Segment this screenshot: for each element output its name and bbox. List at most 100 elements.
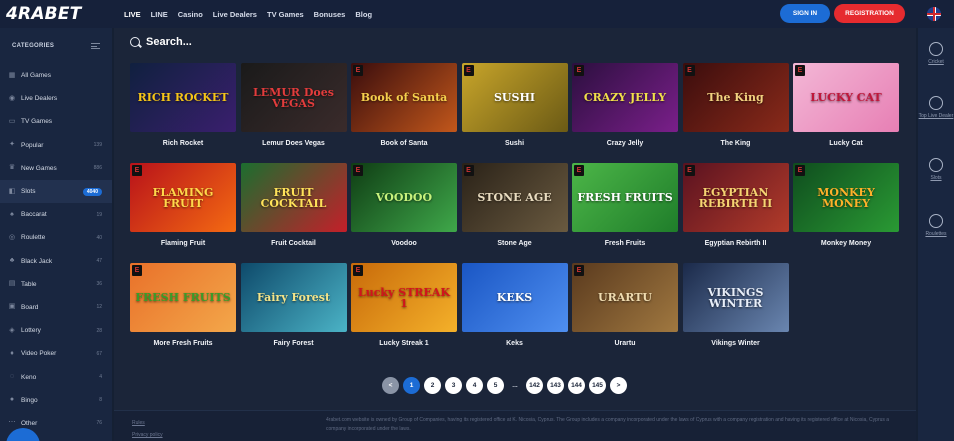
game-tile[interactable]: E FLAMING FRUIT Flaming Fruit [130, 163, 236, 257]
next-page-button[interactable]: > [610, 376, 627, 394]
game-tile[interactable]: RICH ROCKET Rich Rocket [130, 63, 236, 157]
game-tile[interactable]: E CRAZY JELLY Crazy Jelly [572, 63, 678, 157]
game-thumbnail[interactable]: E VOODOO [351, 163, 457, 232]
game-tile[interactable]: E STONE AGE Stone Age [461, 163, 568, 257]
privacy-policy-link[interactable]: Privacy policy [132, 429, 163, 441]
game-thumbnail[interactable]: E Book of Santa [351, 63, 457, 132]
game-tile[interactable]: E The King The King [682, 63, 789, 157]
game-thumbnail[interactable]: E SUSHI [461, 63, 568, 132]
game-name[interactable]: Rich Rocket [130, 140, 236, 147]
game-name[interactable]: Lucky Cat [793, 140, 899, 147]
sidebar-item-keno[interactable]: ◌ Keno 4 [0, 365, 112, 388]
game-tile[interactable]: E URARTU Urartu [572, 263, 678, 357]
game-name[interactable]: Book of Santa [351, 140, 457, 147]
game-tile[interactable]: FRUIT COCKTAIL Fruit Cocktail [240, 163, 347, 257]
sidebar-item-live-dealers[interactable]: ◉ Live Dealers [0, 87, 112, 110]
game-name[interactable]: Sushi [462, 140, 568, 147]
game-tile[interactable]: E LUCKY CAT Lucky Cat [793, 63, 899, 157]
game-name[interactable]: The King [683, 140, 789, 147]
sidebar-item-table[interactable]: ▤ Table 36 [0, 273, 112, 296]
game-tile[interactable]: E FRESH FRUITS Fresh Fruits [572, 163, 678, 257]
game-tile[interactable]: E Book of Santa Book of Santa [351, 63, 457, 157]
registration-button[interactable]: REGISTRATION [834, 4, 905, 23]
game-name[interactable]: Lemur Does Vegas [241, 140, 347, 147]
page-5[interactable]: 5 [487, 376, 504, 394]
game-name[interactable]: Monkey Money [793, 240, 899, 247]
game-thumbnail[interactable]: FRUIT COCKTAIL [240, 163, 347, 232]
game-thumbnail[interactable]: E FRESH FRUITS [130, 263, 236, 332]
game-tile[interactable]: KEKS Keks [461, 263, 568, 357]
game-thumbnail[interactable]: KEKS [461, 263, 568, 332]
game-tile[interactable]: LEMUR Does VEGAS Lemur Does Vegas [240, 63, 347, 157]
game-name[interactable]: Urartu [572, 340, 678, 347]
sidebar-item-bingo[interactable]: ● Bingo 8 [0, 389, 112, 412]
page-4[interactable]: 4 [466, 376, 483, 394]
page-144[interactable]: 144 [568, 376, 585, 394]
game-tile[interactable]: E MONKEY MONEY Monkey Money [793, 163, 899, 257]
sidebar-item-roulette[interactable]: ◎ Roulette 40 [0, 226, 112, 249]
sidebar-item-popular[interactable]: ✦ Popular 139 [0, 134, 112, 157]
sidebar-item-slots[interactable]: ◧ Slots 4040 [0, 179, 112, 204]
nav-live-dealers[interactable]: Live Dealers [213, 10, 257, 19]
game-name[interactable]: Keks [462, 340, 568, 347]
game-name[interactable]: Voodoo [351, 240, 457, 247]
sidebar-item-tv-games[interactable]: ▭ TV Games [0, 110, 112, 133]
rightbar-roulettes[interactable]: Roulettes [918, 214, 954, 237]
game-thumbnail[interactable]: E The King [682, 63, 789, 132]
game-thumbnail[interactable]: VIKINGS WINTER [682, 263, 789, 332]
game-tile[interactable]: E VOODOO Voodoo [351, 163, 457, 257]
game-name[interactable]: Stone Age [462, 240, 568, 247]
sidebar-item-video-poker[interactable]: ♦ Video Poker 67 [0, 342, 112, 365]
page-2[interactable]: 2 [424, 376, 441, 394]
game-tile[interactable]: VIKINGS WINTER Vikings Winter [682, 263, 789, 357]
game-name[interactable]: Crazy Jelly [572, 140, 678, 147]
game-thumbnail[interactable]: E EGYPTIAN REBIRTH II [682, 163, 789, 232]
game-thumbnail[interactable]: E FLAMING FRUIT [130, 163, 236, 232]
nav-bonuses[interactable]: Bonuses [314, 10, 346, 19]
game-thumbnail[interactable]: RICH ROCKET [130, 63, 236, 132]
game-name[interactable]: Lucky Streak 1 [351, 340, 457, 347]
page-3[interactable]: 3 [445, 376, 462, 394]
sidebar-item-new-games[interactable]: ♛ New Games 886 [0, 157, 112, 180]
search-bar[interactable]: Search... [114, 28, 916, 56]
rightbar-slots[interactable]: Slots [918, 158, 954, 181]
game-tile[interactable]: E Lucky STREAK 1 Lucky Streak 1 [351, 263, 457, 357]
sidebar-item-black-jack[interactable]: ♣ Black Jack 47 [0, 250, 112, 273]
sidebar-item-baccarat[interactable]: ♠ Baccarat 19 [0, 203, 112, 226]
game-thumbnail[interactable]: LEMUR Does VEGAS [240, 63, 347, 132]
prev-page-button[interactable]: < [382, 376, 399, 394]
page-143[interactable]: 143 [547, 376, 564, 394]
page-145[interactable]: 145 [589, 376, 606, 394]
uk-flag-icon[interactable] [927, 7, 941, 21]
game-name[interactable]: Vikings Winter [683, 340, 789, 347]
game-name[interactable]: Fresh Fruits [572, 240, 678, 247]
nav-live[interactable]: LIVE [124, 10, 141, 19]
game-thumbnail[interactable]: Fairy Forest [240, 263, 347, 332]
nav-blog[interactable]: Blog [355, 10, 372, 19]
game-thumbnail[interactable]: E FRESH FRUITS [572, 163, 678, 232]
sidebar-item-board[interactable]: ▣ Board 12 [0, 296, 112, 319]
nav-line[interactable]: LINE [151, 10, 168, 19]
collapse-menu-icon[interactable] [91, 43, 100, 49]
game-name[interactable]: Fairy Forest [241, 340, 347, 347]
nav-casino[interactable]: Casino [178, 10, 203, 19]
nav-tv-games[interactable]: TV Games [267, 10, 304, 19]
rules-link[interactable]: Rules [132, 417, 163, 429]
sidebar-item-all-games[interactable]: ▦ All Games [0, 64, 112, 87]
game-tile[interactable]: Fairy Forest Fairy Forest [240, 263, 347, 357]
sign-in-button[interactable]: SIGN IN [780, 4, 830, 23]
page-1[interactable]: 1 [403, 376, 420, 394]
game-thumbnail[interactable]: E LUCKY CAT [793, 63, 899, 132]
game-name[interactable]: Fruit Cocktail [241, 240, 347, 247]
game-tile[interactable]: E EGYPTIAN REBIRTH II Egyptian Rebirth II [682, 163, 789, 257]
sidebar-item-lottery[interactable]: ◈ Lottery 28 [0, 319, 112, 342]
game-name[interactable]: Egyptian Rebirth II [683, 240, 789, 247]
game-thumbnail[interactable]: E CRAZY JELLY [572, 63, 678, 132]
game-thumbnail[interactable]: E STONE AGE [461, 163, 568, 232]
rightbar-top-live-dealer[interactable]: Top Live Dealer [918, 96, 954, 119]
page-142[interactable]: 142 [526, 376, 543, 394]
rightbar-cricket[interactable]: Cricket [918, 42, 954, 65]
game-tile[interactable]: E FRESH FRUITS More Fresh Fruits [130, 263, 236, 357]
game-name[interactable]: More Fresh Fruits [130, 340, 236, 347]
game-thumbnail[interactable]: E MONKEY MONEY [793, 163, 899, 232]
